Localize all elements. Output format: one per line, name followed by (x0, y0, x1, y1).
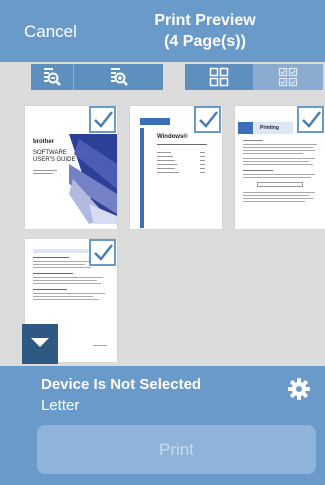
print-button[interactable]: Print (37, 425, 316, 474)
title-line-1: Print Preview (154, 12, 256, 29)
page-title: Print Preview (4 Page(s)) (130, 10, 280, 52)
page-3-heading: Printing (260, 125, 279, 131)
print-settings-panel: Device Is Not Selected Letter Print (0, 366, 325, 485)
grid-view-icon (209, 67, 229, 87)
title-line-2: (4 Page(s)) (164, 33, 246, 50)
checkmark-icon (94, 244, 113, 261)
page-2-heading: Windows® (157, 134, 188, 140)
cover-graphic (69, 134, 117, 224)
chevron-down-icon (31, 338, 49, 347)
page-thumbnail-1[interactable]: brother SOFTWARE USER'S GUIDE (25, 106, 117, 229)
select-all-check-icon (278, 67, 298, 87)
collapse-panel-button[interactable] (22, 324, 58, 364)
device-status[interactable]: Device Is Not Selected (41, 376, 201, 393)
paper-size[interactable]: Letter (41, 397, 79, 414)
cancel-button[interactable]: Cancel (24, 22, 77, 42)
checkmark-icon (94, 111, 113, 128)
select-all-button[interactable] (253, 64, 323, 90)
zoom-out-icon (44, 68, 61, 86)
page-1-checkbox[interactable] (89, 106, 116, 133)
gear-icon[interactable] (287, 377, 311, 401)
zoom-out-button[interactable] (31, 64, 74, 90)
page-4-checkbox[interactable] (89, 239, 116, 266)
navigation-bar: Cancel Print Preview (4 Page(s)) (0, 0, 325, 62)
zoom-in-icon (110, 68, 128, 86)
page-thumbnail-2[interactable]: Windows® (130, 106, 222, 229)
grid-view-button[interactable] (185, 64, 253, 90)
brand-logo-text: brother (33, 139, 54, 145)
zoom-in-button[interactable] (74, 64, 163, 90)
cover-title-line-1: SOFTWARE (33, 150, 67, 156)
page-2-checkbox[interactable] (194, 106, 221, 133)
preview-toolbar (0, 62, 325, 92)
page-3-checkbox[interactable] (297, 106, 324, 133)
checkmark-icon (302, 111, 321, 128)
page-thumbnail-3[interactable]: Printing (235, 106, 325, 229)
checkmark-icon (199, 111, 218, 128)
